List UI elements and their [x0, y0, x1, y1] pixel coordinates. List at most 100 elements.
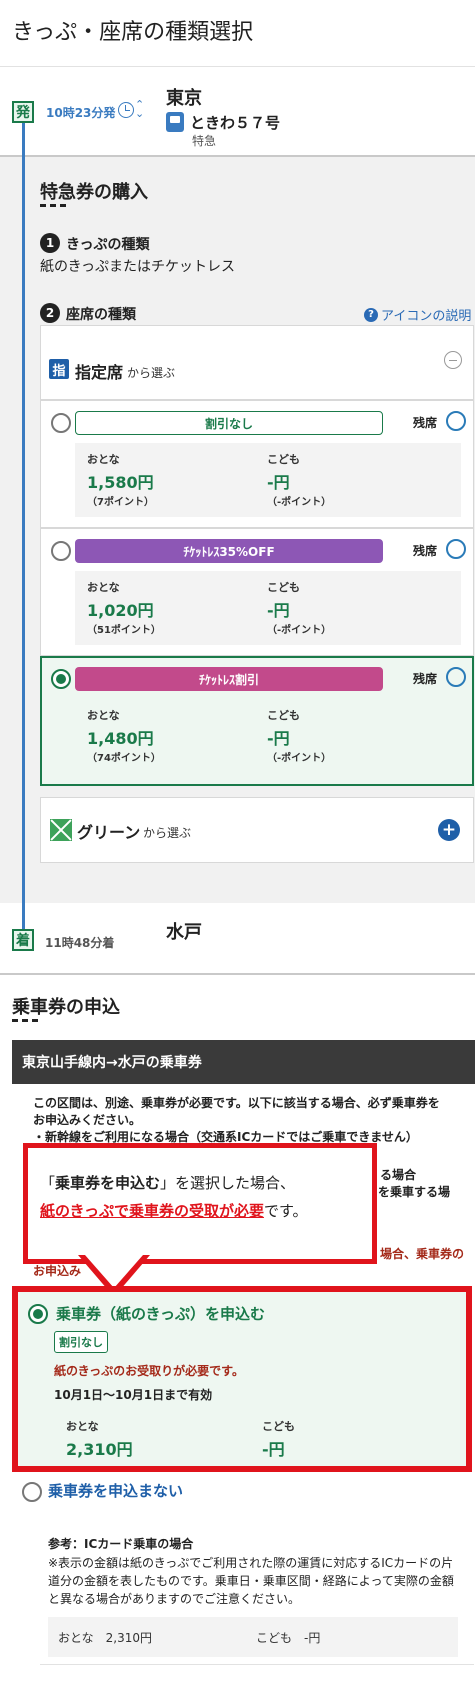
departure-station: 東京 — [166, 88, 202, 109]
child-points: （-ポイント） — [267, 753, 332, 764]
train-type: 特急 — [192, 134, 217, 148]
seats-available-icon — [446, 667, 466, 687]
section-dash — [12, 1019, 40, 1022]
notice-line: お申込みください。 — [33, 1113, 142, 1127]
apply-ticket-option[interactable]: 乗車券（紙のきっぷ）を申込む 割引なし 紙のきっぷのお受取りが必要です。 10月… — [12, 1286, 472, 1472]
header-divider — [0, 66, 475, 67]
sort-icon[interactable]: ⌃ ⌄ — [135, 99, 144, 119]
collapse-icon[interactable] — [444, 351, 462, 369]
adult-price: 1,580円 — [87, 473, 154, 492]
bottom-divider — [40, 1664, 474, 1665]
fare-option-ticketless-discount[interactable]: ﾁｹｯﾄﾚｽ割引 残席 おとな 1,480円 （74ポイント） こども -円 （… — [40, 656, 474, 786]
child-points: （-ポイント） — [267, 497, 332, 508]
adult-label: おとな — [87, 581, 120, 594]
adult-points: （7ポイント） — [87, 497, 154, 508]
fare-option-no-discount[interactable]: 割引なし 残席 おとな 1,580円 （7ポイント） こども -円 （-ポイント… — [40, 400, 474, 528]
child-points: （-ポイント） — [267, 625, 332, 636]
icon-help-text: アイコンの説明 — [381, 309, 472, 324]
no-apply-radio[interactable] — [22, 1482, 42, 1502]
remaining-seats-label: 残席 — [413, 416, 438, 430]
express-section-title: 特急券の購入 — [40, 182, 148, 203]
step1-number: 1 — [40, 233, 60, 253]
adult-points: （51ポイント） — [87, 625, 161, 636]
step2-number: 2 — [40, 303, 60, 323]
clock-icon[interactable] — [118, 102, 134, 118]
reserved-seat-title: 指定席 — [75, 363, 124, 382]
ticket-section-title: 乗車券の申込 — [12, 997, 120, 1018]
departure-time: 10時23分発 — [46, 106, 116, 120]
price-box: おとな 1,580円 （7ポイント） こども -円 （-ポイント） — [75, 443, 461, 517]
child-label: こども — [267, 581, 300, 594]
adult-label: おとな — [87, 709, 120, 722]
fare-label: ﾁｹｯﾄﾚｽ35%OFF — [75, 539, 383, 563]
fare-label: ﾁｹｯﾄﾚｽ割引 — [75, 667, 383, 691]
train-icon — [166, 112, 184, 132]
adult-label: おとな — [87, 453, 120, 466]
child-label: こども — [262, 1420, 295, 1433]
adult-price: 1,480円 — [87, 729, 154, 748]
reserved-seat-header[interactable]: 指 指定席 から選ぶ — [40, 325, 474, 400]
notice-red-line: お申込み — [33, 1264, 82, 1278]
ticket-type-label: きっぷの種類 — [66, 237, 150, 253]
seats-available-icon — [446, 539, 466, 559]
apply-warning: 紙のきっぷのお受取りが必要です。 — [54, 1364, 244, 1378]
train-name: ときわ５７号 — [190, 114, 281, 132]
seat-type-label: 座席の種類 — [66, 307, 136, 323]
reference-title: 参考：ICカード乗車の場合 — [48, 1537, 194, 1551]
fare-radio[interactable] — [51, 413, 71, 433]
adult-price: 2,310円 — [66, 1440, 133, 1459]
arrival-badge: 着 — [12, 929, 34, 951]
fare-radio-selected[interactable] — [51, 669, 71, 689]
adult-label: おとな — [66, 1420, 99, 1433]
price-box: おとな 1,480円 （74ポイント） こども -円 （-ポイント） — [75, 699, 461, 773]
callout-line2: 紙のきっぷで乗車券の受取が必要です。 — [40, 1202, 308, 1220]
page-title: きっぷ・座席の種類選択 — [12, 20, 254, 45]
apply-discount-tag: 割引なし — [54, 1331, 108, 1353]
fare-option-ticketless-35off[interactable]: ﾁｹｯﾄﾚｽ35%OFF 残席 おとな 1,020円 （51ポイント） こども … — [40, 528, 474, 656]
price-box: おとな 1,020円 （51ポイント） こども -円 （-ポイント） — [75, 571, 461, 645]
route-timeline-line — [22, 112, 25, 932]
remaining-seats-label: 残席 — [413, 672, 438, 686]
green-car-subtitle: から選ぶ — [143, 826, 192, 840]
reference-body: ※表示の金額は紙のきっぷでご利用された際の運賃に対応するICカードの片道分の金額… — [48, 1556, 454, 1606]
child-label: こども — [267, 453, 300, 466]
seats-available-icon — [446, 411, 466, 431]
notice-line: る場合 — [380, 1168, 417, 1182]
reference-price-bar: おとな 2,310円 こども -円 — [48, 1617, 458, 1657]
callout-box: 「乗車券を申込む」を選択した場合、 紙のきっぷで乗車券の受取が必要です。 — [23, 1143, 377, 1264]
reference-child-price: こども -円 — [256, 1631, 321, 1645]
route-band: 東京山手線内→水戸の乗車券 — [12, 1040, 475, 1084]
apply-radio-selected[interactable] — [28, 1304, 48, 1324]
child-label: こども — [267, 709, 300, 722]
child-price: -円 — [267, 601, 290, 620]
departure-badge: 発 — [12, 101, 34, 123]
child-price: -円 — [267, 473, 290, 492]
remaining-seats-label: 残席 — [413, 544, 438, 558]
child-price: -円 — [267, 729, 290, 748]
adult-price: 1,020円 — [87, 601, 154, 620]
icon-help-link[interactable]: ? アイコンの説明 — [364, 305, 471, 324]
arrival-time: 11時48分着 — [45, 936, 115, 950]
arrival-station: 水戸 — [166, 922, 202, 943]
section-divider — [0, 973, 475, 975]
section-dash — [40, 204, 68, 207]
green-car-icon — [50, 819, 72, 841]
callout-pointer-inner — [85, 1255, 143, 1288]
green-car-option[interactable]: グリーン から選ぶ + — [40, 797, 474, 863]
fare-radio[interactable] — [51, 541, 71, 561]
child-price: -円 — [262, 1440, 285, 1459]
fare-label: 割引なし — [75, 411, 383, 435]
adult-points: （74ポイント） — [87, 753, 161, 764]
reserved-seat-icon: 指 — [49, 359, 69, 379]
notice-line: を乗車する場 — [378, 1185, 451, 1199]
apply-title: 乗車券（紙のきっぷ）を申込む — [56, 1305, 265, 1323]
notice-red-line: 場合、乗車券の — [380, 1247, 465, 1261]
no-apply-label[interactable]: 乗車券を申込まない — [48, 1480, 183, 1501]
expand-plus-icon[interactable]: + — [438, 819, 460, 841]
callout-line1: 「乗車券を申込む」を選択した場合、 — [40, 1174, 296, 1192]
reference-adult-price: おとな 2,310円 — [58, 1631, 152, 1645]
green-car-title: グリーン — [77, 823, 141, 842]
notice-line: この区間は、別途、乗車券が必要です。以下に該当する場合、必ず乗車券を — [33, 1096, 440, 1110]
ticket-type-value: 紙のきっぷまたはチケットレス — [40, 259, 236, 275]
reserved-seat-subtitle: から選ぶ — [127, 366, 176, 380]
